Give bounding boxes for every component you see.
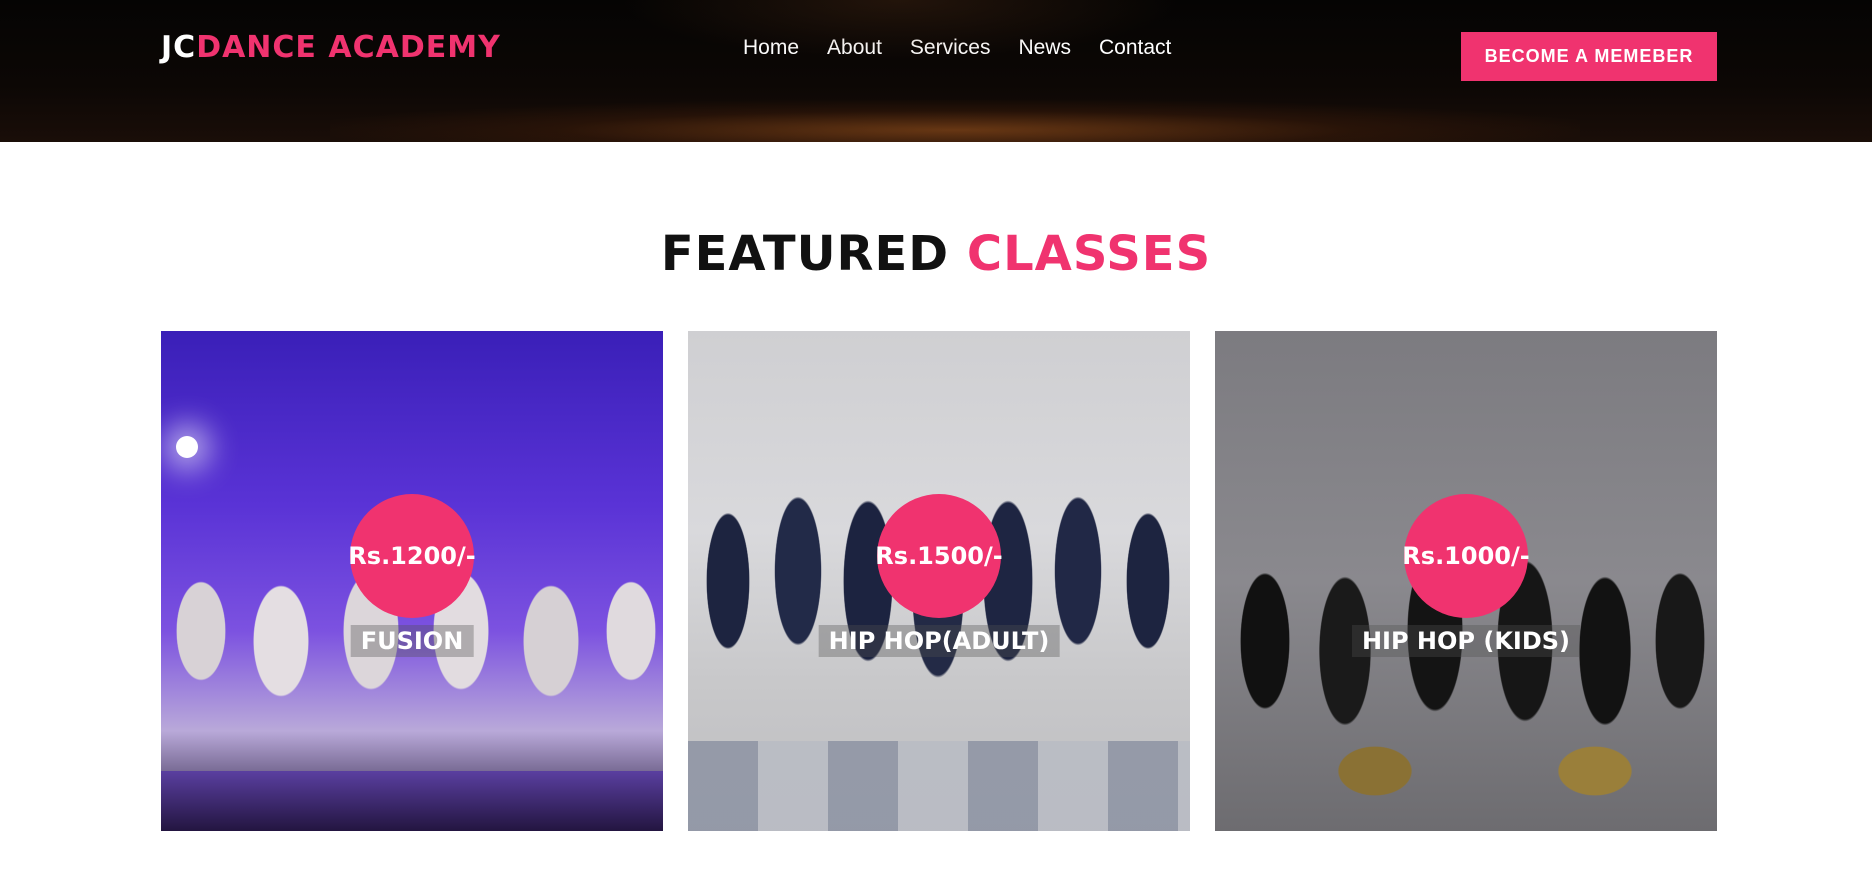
class-card-hiphop-adult[interactable]: Rs.1500/- HIP HOP(ADULT) bbox=[688, 331, 1190, 831]
stage-floor bbox=[161, 771, 663, 831]
class-name: FUSION bbox=[350, 625, 474, 657]
class-card-hiphop-kids[interactable]: Rs.1000/- HIP HOP (KIDS) bbox=[1215, 331, 1717, 831]
nav-services-link[interactable]: Services bbox=[910, 36, 991, 60]
price-badge: Rs.1000/- bbox=[1402, 494, 1530, 618]
title-classes: CLASSES bbox=[966, 226, 1212, 282]
class-name: HIP HOP(ADULT) bbox=[818, 625, 1060, 657]
nav-contact-link[interactable]: Contact bbox=[1099, 36, 1171, 60]
class-name: HIP HOP (KIDS) bbox=[1351, 625, 1581, 657]
class-card-fusion[interactable]: Rs.1200/- FUSION bbox=[161, 331, 663, 831]
main-nav: Home About Services News Contact bbox=[743, 36, 1171, 60]
nav-home-link[interactable]: Home bbox=[743, 36, 799, 60]
studio-floor bbox=[688, 741, 1190, 831]
logo-name: DANCE ACADEMY bbox=[196, 30, 501, 65]
price-badge: Rs.1500/- bbox=[875, 494, 1003, 618]
featured-classes-title: FEATURED CLASSES bbox=[0, 226, 1872, 282]
nav-news-link[interactable]: News bbox=[1018, 36, 1071, 60]
nav-about-link[interactable]: About bbox=[827, 36, 882, 60]
hero-header: JCDANCE ACADEMY Home About Services News… bbox=[0, 0, 1872, 142]
logo-prefix: JC bbox=[161, 30, 197, 65]
stage-light bbox=[176, 436, 198, 458]
become-member-button[interactable]: BECOME A MEMEBER bbox=[1461, 32, 1717, 81]
site-logo[interactable]: JCDANCE ACADEMY bbox=[161, 30, 501, 65]
title-featured: FEATURED bbox=[660, 226, 950, 282]
price-badge: Rs.1200/- bbox=[348, 494, 476, 618]
